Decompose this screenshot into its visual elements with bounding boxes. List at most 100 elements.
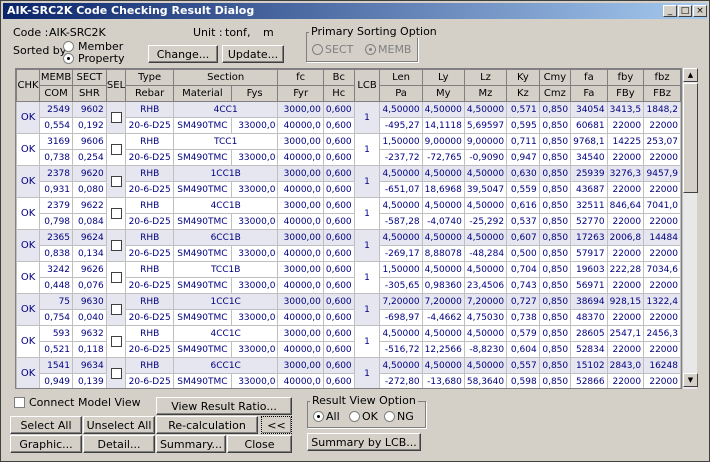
col-memb[interactable]: MEMB bbox=[39, 69, 74, 86]
col-com[interactable]: COM bbox=[39, 85, 74, 102]
col-ly[interactable]: Ly bbox=[421, 69, 465, 86]
update-button[interactable]: Update... bbox=[222, 45, 284, 63]
table-row[interactable]: OK 2379 9622 RHB 4CC1B 3000,00 0,600 1 4,50000 4,… bbox=[16, 197, 681, 230]
cell-sel[interactable] bbox=[105, 357, 127, 388]
cell-sel[interactable] bbox=[105, 229, 127, 262]
col-fby-allow[interactable]: FBy bbox=[606, 85, 645, 102]
cell-sel[interactable] bbox=[105, 293, 127, 326]
close-window-button[interactable]: × bbox=[693, 5, 707, 17]
view-result-ratio-button[interactable]: View Result Ratio... bbox=[156, 397, 292, 415]
cell-section: TCC1B bbox=[172, 261, 279, 278]
scroll-up-icon[interactable]: ▲ bbox=[683, 68, 698, 82]
cell-sel[interactable] bbox=[105, 133, 127, 166]
col-cmz[interactable]: Cmz bbox=[538, 85, 572, 102]
table-row[interactable]: OK 3242 9626 RHB TCC1B 3000,00 0,600 1 1,50000 4,… bbox=[16, 261, 681, 294]
col-lcb[interactable]: LCB bbox=[353, 69, 381, 102]
cell-len: 1,50000 bbox=[379, 133, 423, 150]
col-fys[interactable]: Fys bbox=[230, 85, 279, 102]
table-row[interactable]: OK 2549 9602 RHB 4CC1 3000,00 0,600 1 4,50000 4,5… bbox=[16, 101, 681, 134]
select-checkbox[interactable] bbox=[110, 112, 122, 123]
table-row[interactable]: OK 75 9630 RHB 1CC1C 3000,00 0,600 1 7,20000 7,20… bbox=[16, 293, 681, 326]
select-checkbox[interactable] bbox=[110, 144, 122, 155]
table-row[interactable]: OK 3169 9606 RHB TCC1 3000,00 0,600 1 1,50000 9,0… bbox=[16, 133, 681, 166]
summary-by-lcb-button[interactable]: Summary by LCB... bbox=[307, 433, 421, 451]
table-row[interactable]: OK 2365 9624 RHB 6CC1B 3000,00 0,600 1 4,50000 4,… bbox=[16, 229, 681, 262]
select-checkbox[interactable] bbox=[110, 240, 122, 251]
change-button[interactable]: Change... bbox=[148, 45, 218, 63]
select-all-button[interactable]: Select All bbox=[10, 416, 82, 434]
col-my[interactable]: My bbox=[421, 85, 465, 102]
cell-sel[interactable] bbox=[105, 165, 127, 198]
connect-model-view-checkbox[interactable] bbox=[14, 397, 25, 408]
col-section[interactable]: Section bbox=[172, 69, 279, 86]
cell-sel[interactable] bbox=[105, 325, 127, 358]
select-checkbox[interactable] bbox=[110, 304, 122, 315]
recalculation-button[interactable]: Re-calculation bbox=[156, 416, 258, 434]
table-row[interactable]: OK 1541 9634 RHB 6CC1C 3000,00 0,600 1 4,50000 4,… bbox=[16, 357, 681, 388]
col-type[interactable]: Type bbox=[125, 69, 174, 86]
select-checkbox[interactable] bbox=[110, 208, 122, 219]
result-ng-radio[interactable] bbox=[384, 411, 395, 422]
col-bc[interactable]: Bc bbox=[322, 69, 355, 86]
cell-fa: 17263 bbox=[570, 229, 608, 246]
collapse-button[interactable]: << bbox=[261, 416, 292, 434]
table-row[interactable]: OK 2378 9620 RHB 1CC1B 3000,00 0,600 1 4,50000 4,… bbox=[16, 165, 681, 198]
title-bar[interactable]: AIK-SRC2K Code Checking Result Dialog bbox=[3, 3, 707, 19]
col-hc[interactable]: Hc bbox=[322, 85, 355, 102]
cell-fyr: 40000,0 bbox=[277, 181, 324, 198]
col-fbz[interactable]: fbz bbox=[643, 69, 681, 86]
cell-len: 4,50000 bbox=[379, 325, 423, 342]
cell-bc: 0,600 bbox=[322, 357, 355, 374]
table-row[interactable]: OK 593 9632 RHB 4CC1C 3000,00 0,600 1 4,50000 4,5… bbox=[16, 325, 681, 358]
col-rebar[interactable]: Rebar bbox=[125, 85, 174, 102]
result-ok-radio[interactable] bbox=[349, 411, 360, 422]
col-chk[interactable]: CHK bbox=[16, 69, 41, 102]
detail-button[interactable]: Detail... bbox=[83, 435, 155, 453]
result-all-radio[interactable] bbox=[313, 411, 324, 422]
select-checkbox[interactable] bbox=[110, 176, 122, 187]
cell-sel[interactable] bbox=[105, 101, 127, 134]
cell-material: SM490TMC bbox=[172, 341, 232, 358]
sort-property-radio[interactable] bbox=[63, 53, 74, 64]
col-sect[interactable]: SECT bbox=[72, 69, 107, 86]
col-shr[interactable]: SHR bbox=[72, 85, 107, 102]
select-checkbox[interactable] bbox=[110, 336, 122, 347]
primary-sect-label: SECT bbox=[325, 43, 354, 56]
col-fby[interactable]: fby bbox=[606, 69, 645, 86]
col-len[interactable]: Len bbox=[379, 69, 423, 86]
col-fa-allow[interactable]: Fa bbox=[570, 85, 608, 102]
col-fc[interactable]: fc bbox=[277, 69, 324, 86]
col-lz[interactable]: Lz bbox=[463, 69, 508, 86]
col-material[interactable]: Material bbox=[172, 85, 232, 102]
col-pa[interactable]: Pa bbox=[379, 85, 423, 102]
maximize-button[interactable]: □ bbox=[678, 5, 692, 17]
col-kz[interactable]: Kz bbox=[506, 85, 540, 102]
cell-material: SM490TMC bbox=[172, 373, 232, 388]
vertical-scrollbar[interactable]: ▲ ▼ bbox=[682, 68, 698, 389]
col-ky[interactable]: Ky bbox=[506, 69, 540, 86]
primary-memb-radio[interactable] bbox=[365, 44, 376, 55]
primary-sect-radio[interactable] bbox=[312, 44, 323, 55]
minimize-button[interactable]: _ bbox=[663, 5, 677, 17]
scroll-thumb[interactable] bbox=[683, 83, 698, 193]
cell-cmz: 0,850 bbox=[538, 181, 572, 198]
unselect-all-button[interactable]: Unselect All bbox=[83, 416, 155, 434]
cell-sel[interactable] bbox=[105, 197, 127, 230]
result-table[interactable]: CHK MEMB SECT SEL Type Section fc Bc LCB… bbox=[15, 68, 682, 389]
close-button[interactable]: Close bbox=[227, 435, 292, 453]
col-fyr[interactable]: Fyr bbox=[277, 85, 324, 102]
select-checkbox[interactable] bbox=[110, 272, 122, 283]
graphic-button[interactable]: Graphic... bbox=[10, 435, 82, 453]
cell-sel[interactable] bbox=[105, 261, 127, 294]
scroll-down-icon[interactable]: ▼ bbox=[683, 373, 698, 387]
col-mz[interactable]: Mz bbox=[463, 85, 508, 102]
col-cmy[interactable]: Cmy bbox=[538, 69, 572, 86]
select-checkbox[interactable] bbox=[110, 368, 122, 379]
cell-shr: 0,139 bbox=[72, 373, 107, 388]
summary-button[interactable]: Summary... bbox=[156, 435, 226, 453]
col-fbz-allow[interactable]: FBz bbox=[643, 85, 681, 102]
cell-ly: 4,50000 bbox=[421, 325, 465, 342]
col-sel[interactable]: SEL bbox=[105, 69, 127, 102]
sort-member-radio[interactable] bbox=[63, 41, 74, 52]
col-fa[interactable]: fa bbox=[570, 69, 608, 86]
